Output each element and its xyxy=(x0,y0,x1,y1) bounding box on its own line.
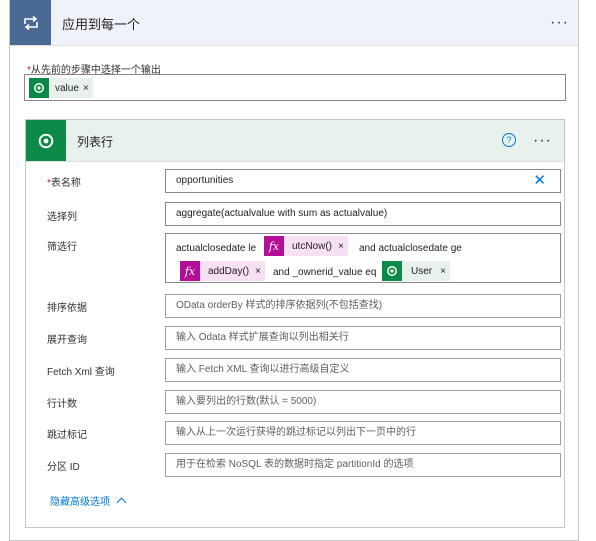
select-output-field[interactable]: value × xyxy=(24,74,566,101)
value-token[interactable]: value × xyxy=(29,78,93,98)
table-name-value: opportunities xyxy=(176,175,234,186)
expand-query-label: 展开查询 xyxy=(47,335,87,346)
fx-icon: fx xyxy=(264,236,284,256)
loop-icon xyxy=(10,0,51,45)
apply-to-each-header[interactable]: 应用到每一个 ··· xyxy=(10,0,578,46)
table-name-label-text: 表名称 xyxy=(50,178,81,189)
action-more-options-button[interactable]: ··· xyxy=(533,133,552,149)
user-token-label: User xyxy=(411,265,433,277)
fetch-xml-field[interactable]: 输入 Fetch XML 查询以进行高级自定义 xyxy=(165,358,561,382)
filter-text: and _ownerid_value eq xyxy=(273,267,377,278)
sort-by-field[interactable]: OData orderBy 样式的排序依据列(不包括查找) xyxy=(165,294,561,318)
addday-token[interactable]: fx addDay() × xyxy=(180,261,265,281)
dataverse-icon xyxy=(29,78,49,98)
skip-token-field[interactable]: 输入从上一次运行获得的跳过标记以列出下一页中的行 xyxy=(165,421,561,445)
row-count-label: 行计数 xyxy=(47,399,77,410)
apply-to-each-card: 应用到每一个 ··· *从先前的步骤中选择一个输出 value × 列表行 ? … xyxy=(9,0,579,541)
dataverse-icon xyxy=(26,120,66,161)
utcnow-token[interactable]: fx utcNow() × xyxy=(264,236,348,256)
remove-token-button[interactable]: × xyxy=(440,266,450,277)
fetch-xml-label: Fetch Xml 查询 xyxy=(47,367,115,378)
fx-icon: fx xyxy=(180,261,200,281)
remove-token-button[interactable]: × xyxy=(83,83,93,94)
skip-token-label: 跳过标记 xyxy=(47,430,87,441)
utcnow-token-label: utcNow() xyxy=(292,240,333,252)
hide-advanced-options-link[interactable]: 隐藏高级选项 xyxy=(50,493,127,508)
select-columns-label: 选择列 xyxy=(47,212,77,223)
addday-token-label: addDay() xyxy=(208,265,250,277)
row-count-field[interactable]: 输入要列出的行数(默认 = 5000) xyxy=(165,390,561,414)
partition-id-field[interactable]: 用于在检索 NoSQL 表的数据时指定 partitionId 的选项 xyxy=(165,453,561,477)
list-rows-header[interactable]: 列表行 ? ··· xyxy=(26,120,564,162)
expand-query-field[interactable]: 输入 Odata 样式扩展查询以列出相关行 xyxy=(165,326,561,350)
help-icon[interactable]: ? xyxy=(502,133,516,147)
table-name-label: *表名称 xyxy=(47,174,81,189)
value-token-label: value xyxy=(55,82,79,94)
dataverse-icon xyxy=(382,261,402,281)
more-options-button[interactable]: ··· xyxy=(550,15,569,31)
remove-token-button[interactable]: × xyxy=(338,241,348,252)
filter-text: and actualclosedate ge xyxy=(359,243,462,254)
filter-rows-label: 筛选行 xyxy=(47,242,77,253)
list-rows-action-card: 列表行 ? ··· *表名称 opportunities ✕ 选择列 aggre… xyxy=(25,119,565,528)
list-rows-title: 列表行 xyxy=(77,135,114,149)
apply-to-each-title: 应用到每一个 xyxy=(62,17,141,32)
clear-table-name-icon[interactable]: ✕ xyxy=(533,170,546,192)
remove-token-button[interactable]: × xyxy=(255,266,265,277)
hide-advanced-options-text: 隐藏高级选项 xyxy=(50,497,110,508)
partition-id-label: 分区 ID xyxy=(47,462,80,473)
filter-text: actualclosedate le xyxy=(176,243,257,254)
select-columns-field[interactable]: aggregate(actualvalue with sum as actual… xyxy=(165,202,561,226)
chevron-up-icon xyxy=(116,497,127,507)
sort-by-label: 排序依据 xyxy=(47,303,87,314)
filter-rows-field[interactable]: actualclosedate le fx utcNow() × and act… xyxy=(165,233,561,283)
user-token[interactable]: User × xyxy=(382,261,450,281)
table-name-field[interactable]: opportunities ✕ xyxy=(165,169,561,193)
